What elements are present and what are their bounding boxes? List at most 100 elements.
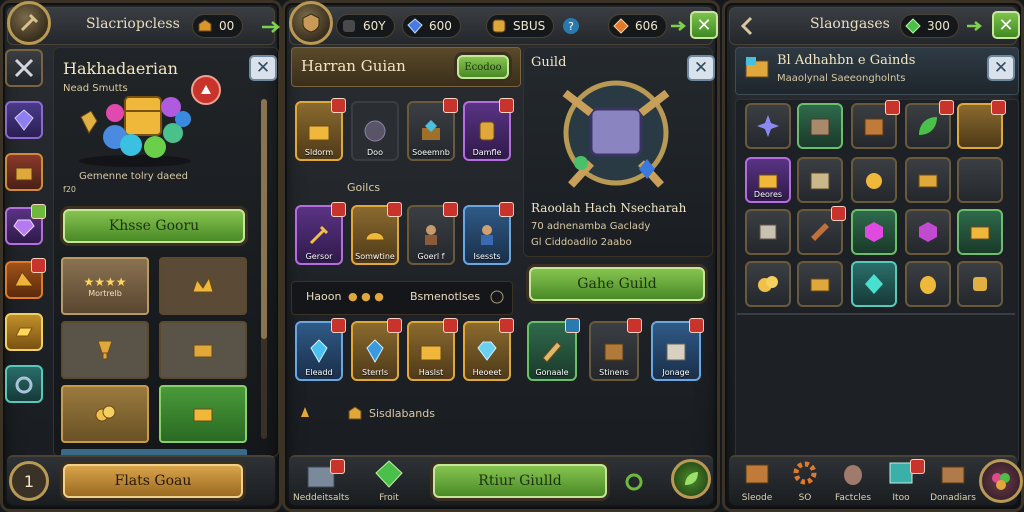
item-slot[interactable]: Isessts [463,202,514,265]
scroll-icon [542,341,562,363]
header-close-button[interactable]: ✕ [987,55,1015,81]
storage-slot[interactable] [851,209,897,255]
storage-slot[interactable] [957,100,1006,149]
bottom-guild-button[interactable]: Rtiur Giulld [433,464,607,498]
crate-icon [810,172,830,190]
item-slot[interactable]: Somwtine [351,202,402,265]
nav-item[interactable]: Neddeitsalts [293,459,349,503]
side-tab-chest[interactable] [5,153,43,191]
storage-slot[interactable] [905,100,954,149]
gold-coins-icon [95,405,116,422]
guild-close-button[interactable]: ✕ [687,55,715,81]
ore-icon [301,407,309,417]
storage-slot-empty[interactable] [957,157,1003,203]
guild-item-slot[interactable]: Gonaale [527,318,580,381]
item-slot[interactable]: Soeemnb [407,98,458,161]
item-slot[interactable]: Doo [351,101,399,161]
close-button[interactable]: ✕ [992,11,1020,39]
counter-1: 60Y [336,14,395,38]
guild-title: Guild [531,55,567,70]
nav-item[interactable]: Froit [361,459,417,503]
item-slot[interactable]: Eleadd [295,318,346,381]
panel-subheading: Maaolynal Saeeongholnts [777,73,906,84]
storage-slot[interactable] [905,209,951,255]
coin-icon [492,19,506,33]
panel-heading: Hakhadaerian [63,59,178,78]
chest-icon [193,408,213,422]
storage-slot[interactable] [797,261,843,307]
item-slot[interactable]: Goerl f [407,202,458,265]
chest-icon [941,466,965,484]
leaf-button[interactable] [671,459,711,499]
chest-icon [308,125,330,141]
tile-item[interactable] [159,321,247,379]
claim-gold-button[interactable]: Khsse Gooru [63,209,245,243]
shield-icon [302,13,320,33]
storage-slot[interactable] [745,261,791,307]
level-badge[interactable]: 1 [9,461,49,501]
potion-icon [844,465,862,485]
storage-slot[interactable] [745,209,791,255]
nav-item[interactable]: Itoo [873,459,929,503]
item-slot[interactable]: Gersor [295,202,346,265]
pink-gem-icon [919,222,937,242]
sapphire-icon [407,18,423,34]
top-bar: 60Y 600 SBUS ? 606 ✕ [289,7,718,45]
guild-join-button[interactable]: Gahe Guild [529,267,705,301]
panel-title: Slaongases [810,16,890,32]
storage-slot[interactable] [851,100,900,149]
side-tab-ore[interactable] [5,258,46,299]
storage-slot[interactable] [797,103,843,149]
top-bar: Slaongases 300 ✕ [729,7,1020,45]
info-icon[interactable]: ? [562,17,580,35]
close-button[interactable]: ✕ [690,11,718,39]
close-button[interactable]: ✕ [249,55,277,81]
storage-slot[interactable] [905,261,951,307]
bottom-action-button[interactable]: Flats Goau [63,464,243,498]
figure-icon [481,225,493,245]
info-icon[interactable] [490,290,504,304]
storage-slot[interactable] [851,157,897,203]
storage-slot[interactable] [957,209,1003,255]
side-tab-swords[interactable] [5,49,43,87]
side-tab-ring[interactable] [5,365,43,403]
emerald-icon [375,460,403,488]
tile-item[interactable] [61,385,149,443]
gem-bundle-button[interactable] [979,459,1023,503]
price-badge[interactable]: Ecodoo [457,55,509,79]
storage-slot[interactable] [745,103,791,149]
tile-item[interactable] [159,385,247,443]
side-tab-crystal[interactable] [5,101,43,139]
storage-slot[interactable] [851,261,897,307]
item-slot[interactable]: Damfle [463,98,514,161]
gold-egg-icon [920,276,936,294]
tile-stars[interactable]: ★★★★ Mortrelb [61,257,149,315]
panel-heading: Bl Adhahbn e Gainds [777,53,916,68]
nav-item[interactable]: Donadiars [925,459,981,503]
gem-bundle-icon [992,473,1010,490]
tile-item[interactable] [159,257,247,315]
guild-emblem[interactable] [7,1,51,45]
box-icon [348,406,362,420]
section-label: Goilcs [347,181,381,194]
back-icon[interactable] [736,14,760,38]
item-slot[interactable]: Haslst [407,318,458,381]
item-slot[interactable]: Sterrls [351,318,402,381]
storage-slot[interactable] [905,157,951,203]
side-tab-gems[interactable] [5,204,46,245]
storage-slot[interactable] [797,206,846,255]
guild-item-slot[interactable]: Stinens [589,318,642,381]
scrollbar[interactable] [261,99,267,439]
tile-item[interactable] [61,321,149,379]
teal-crystal-icon [865,274,883,294]
item-slot[interactable]: Heoeet [463,318,514,381]
link-icon[interactable] [623,471,645,493]
guild-item-slot[interactable]: Jonage [651,318,704,381]
guild-emblem[interactable] [289,1,333,45]
side-tab-gold[interactable] [5,313,43,351]
item-slot[interactable]: Sldorm [295,98,346,161]
storage-slot[interactable] [797,157,843,203]
helmet-icon [365,232,385,241]
storage-slot[interactable] [957,261,1003,307]
storage-slot[interactable]: Deores [745,157,791,203]
